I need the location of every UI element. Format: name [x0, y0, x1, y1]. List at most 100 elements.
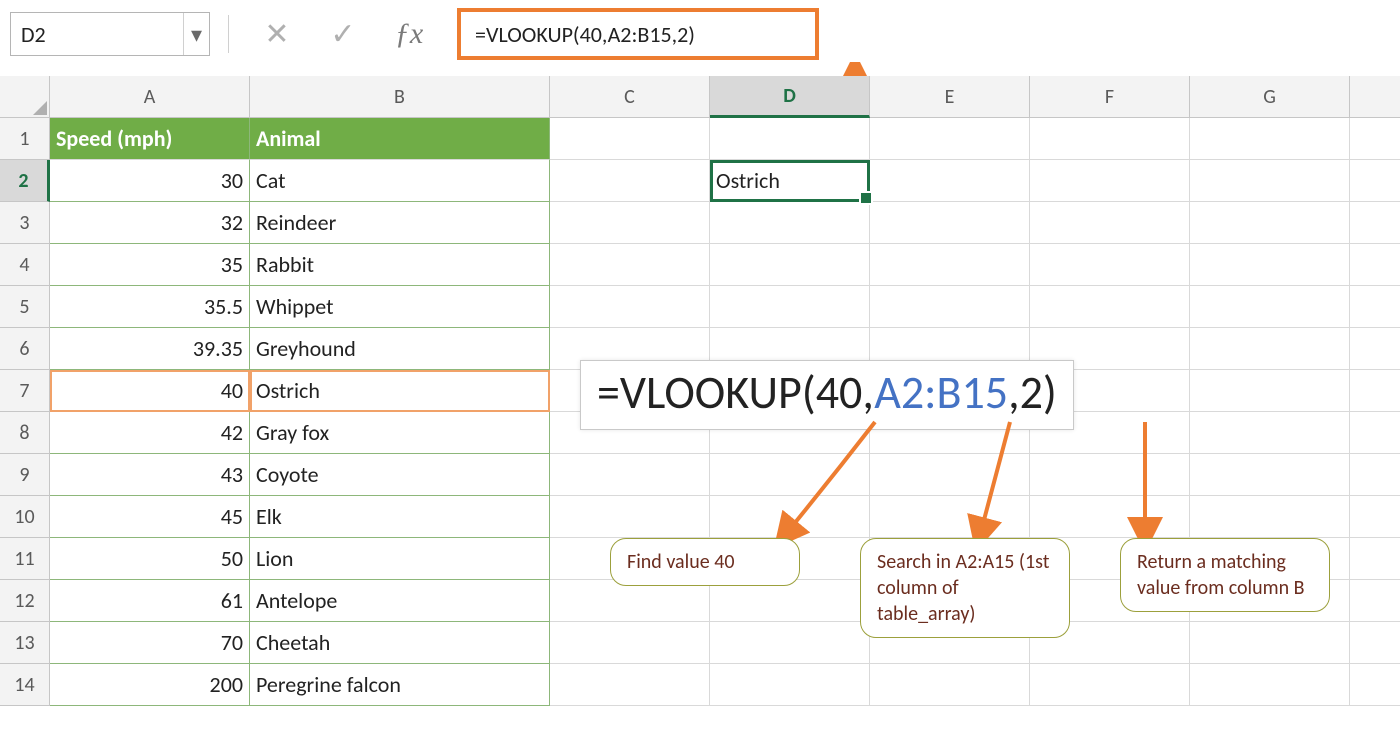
- cell-D13[interactable]: [710, 622, 870, 664]
- cell-F4[interactable]: [1030, 244, 1190, 286]
- animal-cell-14[interactable]: Peregrine falcon: [250, 664, 550, 706]
- cell-H12[interactable]: [1350, 580, 1400, 622]
- speed-cell-14[interactable]: 200: [50, 664, 250, 706]
- cancel-formula-icon[interactable]: ✕: [247, 12, 307, 56]
- row-header-12[interactable]: 12: [0, 580, 50, 622]
- animal-cell-2[interactable]: Cat: [250, 160, 550, 202]
- cell-H2[interactable]: [1350, 160, 1400, 202]
- cell-D5[interactable]: [710, 286, 870, 328]
- accept-formula-icon[interactable]: ✓: [313, 12, 373, 56]
- cell-H4[interactable]: [1350, 244, 1400, 286]
- row-header-13[interactable]: 13: [0, 622, 50, 664]
- cell-G3[interactable]: [1190, 202, 1350, 244]
- cell-C13[interactable]: [550, 622, 710, 664]
- cell-F10[interactable]: [1030, 496, 1190, 538]
- cell-D10[interactable]: [710, 496, 870, 538]
- cell-F12[interactable]: [1030, 580, 1190, 622]
- cell-D14[interactable]: [710, 664, 870, 706]
- row-header-11[interactable]: 11: [0, 538, 50, 580]
- formula-bar-input[interactable]: =VLOOKUP(40,A2:B15,2): [457, 8, 819, 60]
- cell-C1[interactable]: [550, 118, 710, 160]
- animal-cell-5[interactable]: Whippet: [250, 286, 550, 328]
- column-header-A[interactable]: A: [50, 76, 250, 118]
- animal-cell-4[interactable]: Rabbit: [250, 244, 550, 286]
- column-header-E[interactable]: E: [870, 76, 1030, 118]
- cell-F11[interactable]: [1030, 538, 1190, 580]
- cell-H11[interactable]: [1350, 538, 1400, 580]
- row-header-4[interactable]: 4: [0, 244, 50, 286]
- cell-E1[interactable]: [870, 118, 1030, 160]
- column-header-B[interactable]: B: [250, 76, 550, 118]
- column-header-F[interactable]: F: [1030, 76, 1190, 118]
- speed-cell-7[interactable]: 40: [50, 370, 250, 412]
- cell-C9[interactable]: [550, 454, 710, 496]
- name-box[interactable]: D2 ▾: [10, 12, 210, 56]
- cell-D11[interactable]: [710, 538, 870, 580]
- column-header-C[interactable]: C: [550, 76, 710, 118]
- cell-H13[interactable]: [1350, 622, 1400, 664]
- cell-E7[interactable]: [870, 370, 1030, 412]
- row-header-8[interactable]: 8: [0, 412, 50, 454]
- cell-C4[interactable]: [550, 244, 710, 286]
- cell-F8[interactable]: [1030, 412, 1190, 454]
- cell-E10[interactable]: [870, 496, 1030, 538]
- cell-D7[interactable]: [710, 370, 870, 412]
- cell-D9[interactable]: [710, 454, 870, 496]
- cell-C8[interactable]: [550, 412, 710, 454]
- cell-D8[interactable]: [710, 412, 870, 454]
- cell-C3[interactable]: [550, 202, 710, 244]
- cell-H14[interactable]: [1350, 664, 1400, 706]
- cell-E3[interactable]: [870, 202, 1030, 244]
- cell-G8[interactable]: [1190, 412, 1350, 454]
- cell-G7[interactable]: [1190, 370, 1350, 412]
- cell-G13[interactable]: [1190, 622, 1350, 664]
- cell-C5[interactable]: [550, 286, 710, 328]
- cell-G5[interactable]: [1190, 286, 1350, 328]
- animal-cell-8[interactable]: Gray fox: [250, 412, 550, 454]
- animal-cell-13[interactable]: Cheetah: [250, 622, 550, 664]
- active-cell[interactable]: Ostrich: [710, 160, 870, 202]
- cell-F2[interactable]: [1030, 160, 1190, 202]
- animal-cell-10[interactable]: Elk: [250, 496, 550, 538]
- cell-F6[interactable]: [1030, 328, 1190, 370]
- cell-C10[interactable]: [550, 496, 710, 538]
- speed-cell-4[interactable]: 35: [50, 244, 250, 286]
- animal-cell-9[interactable]: Coyote: [250, 454, 550, 496]
- cell-C2[interactable]: [550, 160, 710, 202]
- cell-E5[interactable]: [870, 286, 1030, 328]
- row-header-6[interactable]: 6: [0, 328, 50, 370]
- speed-cell-10[interactable]: 45: [50, 496, 250, 538]
- cell-E11[interactable]: [870, 538, 1030, 580]
- cell-H3[interactable]: [1350, 202, 1400, 244]
- cell-F9[interactable]: [1030, 454, 1190, 496]
- row-header-10[interactable]: 10: [0, 496, 50, 538]
- speed-cell-13[interactable]: 70: [50, 622, 250, 664]
- cell-D3[interactable]: [710, 202, 870, 244]
- animal-cell-12[interactable]: Antelope: [250, 580, 550, 622]
- speed-cell-2[interactable]: 30: [50, 160, 250, 202]
- row-header-2[interactable]: 2: [0, 160, 50, 202]
- speed-cell-3[interactable]: 32: [50, 202, 250, 244]
- row-header-7[interactable]: 7: [0, 370, 50, 412]
- cell-E12[interactable]: [870, 580, 1030, 622]
- cell-G4[interactable]: [1190, 244, 1350, 286]
- cell-G2[interactable]: [1190, 160, 1350, 202]
- cell-H5[interactable]: [1350, 286, 1400, 328]
- cell-E14[interactable]: [870, 664, 1030, 706]
- cell-G12[interactable]: [1190, 580, 1350, 622]
- animal-cell-3[interactable]: Reindeer: [250, 202, 550, 244]
- cell-H1[interactable]: [1350, 118, 1400, 160]
- speed-cell-6[interactable]: 39.35: [50, 328, 250, 370]
- row-header-9[interactable]: 9: [0, 454, 50, 496]
- speed-cell-9[interactable]: 43: [50, 454, 250, 496]
- cell-F5[interactable]: [1030, 286, 1190, 328]
- speed-cell-11[interactable]: 50: [50, 538, 250, 580]
- cell-G10[interactable]: [1190, 496, 1350, 538]
- cell-F3[interactable]: [1030, 202, 1190, 244]
- cell-E9[interactable]: [870, 454, 1030, 496]
- spreadsheet-grid[interactable]: ABCDEFGH1Speed (mph)Animal230CatOstrich3…: [0, 76, 1400, 752]
- row-header-14[interactable]: 14: [0, 664, 50, 706]
- cell-E8[interactable]: [870, 412, 1030, 454]
- speed-cell-12[interactable]: 61: [50, 580, 250, 622]
- cell-D6[interactable]: [710, 328, 870, 370]
